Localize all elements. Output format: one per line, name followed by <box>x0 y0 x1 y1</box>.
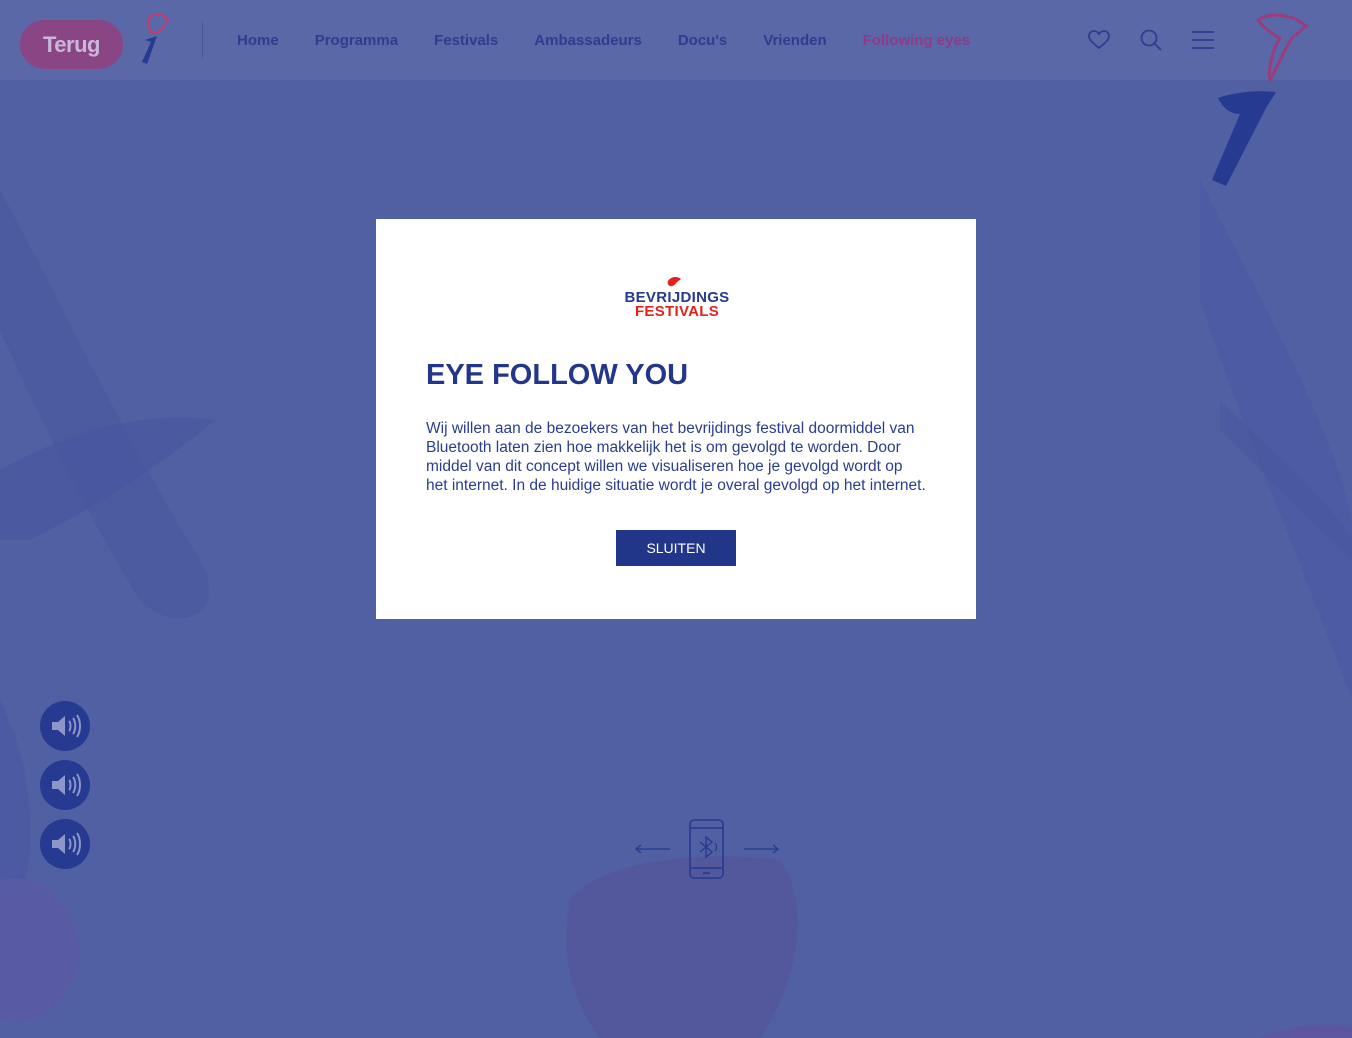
sound-button[interactable] <box>40 701 90 751</box>
nav-item-home[interactable]: Home <box>237 31 279 51</box>
speaker-icon <box>52 773 81 797</box>
main-nav: Home Programma Festivals Ambassadeurs Do… <box>237 31 1006 51</box>
brand-bird-icon <box>667 276 681 287</box>
arrow-right-icon <box>744 844 780 854</box>
corner-bird-logo <box>1212 13 1309 186</box>
bluetooth-phone-icon <box>689 819 724 879</box>
speaker-icon <box>52 832 81 856</box>
header-divider <box>202 22 203 58</box>
nav-item-ambassadeurs[interactable]: Ambassadeurs <box>534 31 642 51</box>
sound-button[interactable] <box>40 760 90 810</box>
close-button[interactable]: SLUITEN <box>616 530 736 566</box>
info-modal: BEVRIJDINGS FESTIVALS EYE FOLLOW YOU Wij… <box>376 219 976 619</box>
modal-title: EYE FOLLOW YOU <box>426 359 689 391</box>
speaker-icon <box>52 714 81 738</box>
search-icon[interactable] <box>1139 28 1163 52</box>
nav-item-docus[interactable]: Docu's <box>678 31 727 51</box>
festival-bird-logo <box>142 13 170 64</box>
site-header: Terug Home Programma Festivals Ambassade… <box>0 0 1352 80</box>
brand-wordmark-bottom: FESTIVALS <box>634 303 720 320</box>
heart-icon[interactable] <box>1087 28 1111 52</box>
bevrijdings-festivals-logo: BEVRIJDINGS FESTIVALS <box>616 276 738 322</box>
sound-button[interactable] <box>40 819 90 869</box>
back-button[interactable]: Terug <box>20 20 123 69</box>
arrow-left-icon <box>634 844 670 854</box>
modal-body-text: Wij willen aan de bezoekers van het bevr… <box>426 420 926 494</box>
nav-item-programma[interactable]: Programma <box>315 31 398 51</box>
nav-item-vrienden[interactable]: Vrienden <box>763 31 826 51</box>
nav-item-following-eyes[interactable]: Following eyes <box>863 31 971 51</box>
nav-item-festivals[interactable]: Festivals <box>434 31 498 51</box>
